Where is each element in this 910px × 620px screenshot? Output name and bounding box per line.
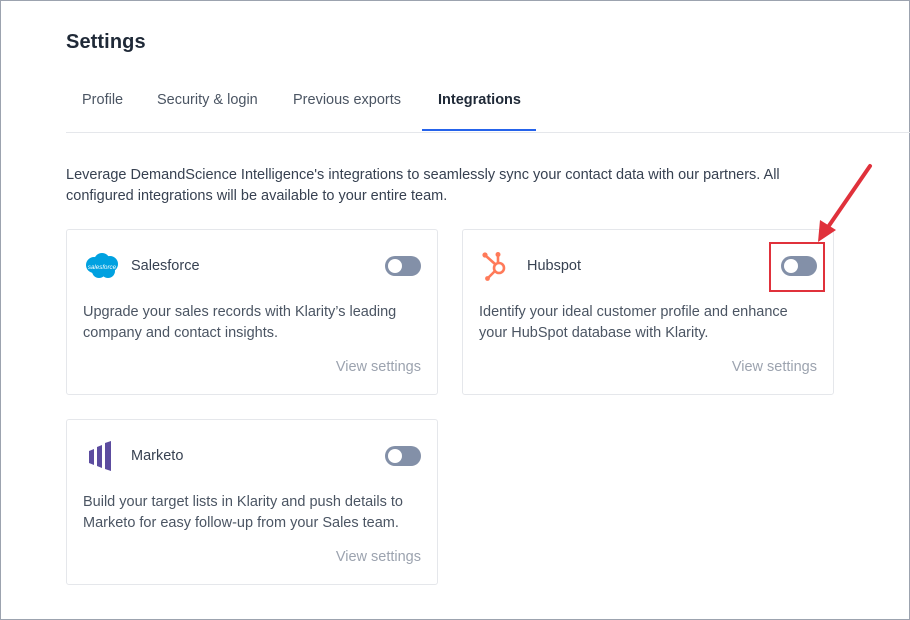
- tab-profile[interactable]: Profile: [82, 80, 123, 132]
- toggle-knob: [388, 449, 402, 463]
- page-title: Settings: [66, 31, 146, 53]
- marketo-toggle[interactable]: [385, 446, 421, 466]
- salesforce-toggle[interactable]: [385, 256, 421, 276]
- integration-name: Salesforce: [131, 258, 200, 274]
- integration-card-salesforce: salesforce Salesforce Upgrade your sales…: [66, 229, 438, 395]
- integration-name: Marketo: [131, 448, 184, 464]
- view-settings-link[interactable]: View settings: [336, 549, 421, 565]
- annotation-highlight-box: [769, 242, 825, 292]
- salesforce-cloud-icon: salesforce: [83, 251, 121, 281]
- integrations-intro: Leverage DemandScience Intelligence's in…: [66, 167, 780, 204]
- marketo-bars-icon: [83, 441, 121, 471]
- tab-integrations[interactable]: Integrations: [438, 80, 521, 132]
- integration-description: Upgrade your sales records with Klarity’…: [83, 304, 397, 341]
- hubspot-sprocket-icon: [479, 251, 517, 281]
- view-settings-link[interactable]: View settings: [732, 359, 817, 375]
- integration-description: Build your target lists in Klarity and p…: [83, 494, 403, 531]
- active-tab-indicator: [422, 129, 536, 131]
- annotation-arrow-icon: [818, 164, 872, 242]
- toggle-knob: [388, 259, 402, 273]
- integration-card-marketo: Marketo Build your target lists in Klari…: [66, 419, 438, 585]
- view-settings-link[interactable]: View settings: [336, 359, 421, 375]
- integration-name: Hubspot: [527, 258, 582, 274]
- integration-description: Identify your ideal customer profile and…: [479, 304, 788, 341]
- tab-previous-exports[interactable]: Previous exports: [293, 80, 401, 132]
- tab-security-login[interactable]: Security & login: [157, 80, 258, 132]
- salesforce-logo-text: salesforce: [88, 264, 117, 271]
- settings-tabs: Profile Security & login Previous export…: [66, 80, 910, 133]
